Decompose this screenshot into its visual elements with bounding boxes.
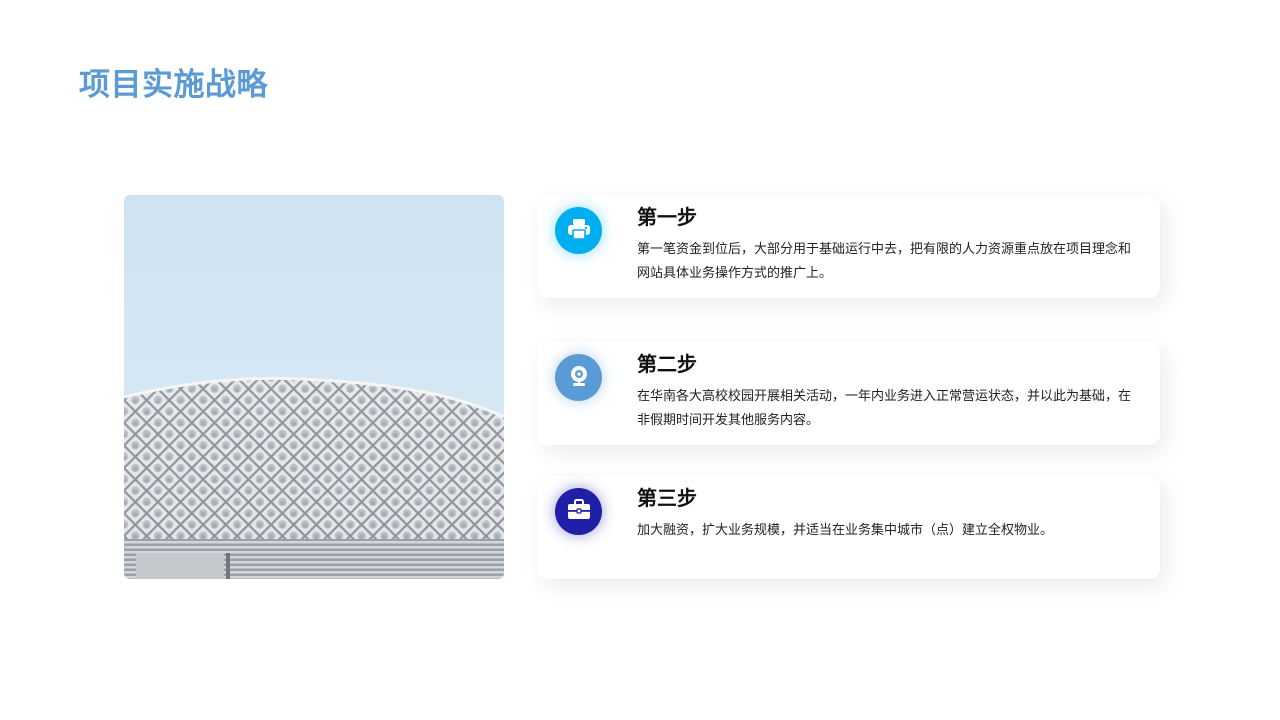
step-card-2: 第二步 在华南各大高校校园开展相关活动，一年内业务进入正常营运状态，并以此为基础…	[537, 342, 1160, 445]
step-1-description: 第一笔资金到位后，大部分用于基础运行中去，把有限的人力资源重点放在项目理念和网站…	[637, 242, 1132, 281]
step-3-icon-circle	[555, 488, 602, 535]
page-title: 项目实施战略	[79, 67, 268, 103]
step-3-title: 第三步	[637, 486, 697, 510]
step-card-1: 第一步 第一笔资金到位后，大部分用于基础运行中去，把有限的人力资源重点放在项目理…	[537, 195, 1160, 298]
step-1-title: 第一步	[637, 205, 697, 229]
step-card-3: 第三步 加大融资，扩大业务规模，并适当在业务集中城市（点）建立全权物业。	[537, 476, 1160, 579]
briefcase-icon	[567, 498, 591, 525]
step-1-icon-circle	[555, 207, 602, 254]
building-photo	[124, 195, 504, 579]
printer-icon	[567, 218, 591, 244]
step-3-description: 加大融资，扩大业务规模，并适当在业务集中城市（点）建立全权物业。	[637, 523, 1054, 538]
webcam-icon	[567, 364, 591, 392]
step-2-description: 在华南各大高校校园开展相关活动，一年内业务进入正常营运状态，并以此为基础，在非假…	[637, 389, 1132, 428]
step-2-title: 第二步	[637, 352, 697, 376]
step-2-icon-circle	[555, 354, 602, 401]
